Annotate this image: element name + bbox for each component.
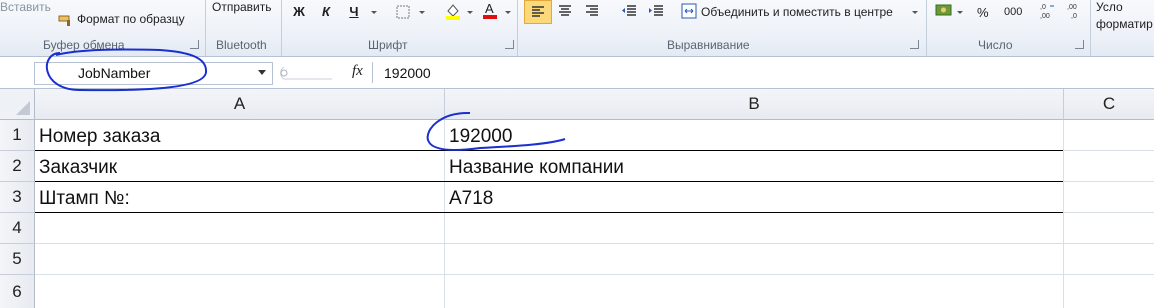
formula-input[interactable] [372,62,1154,83]
borders-dropdown-icon[interactable] [419,11,425,14]
clipboard-launcher[interactable] [190,40,199,49]
row-header-2[interactable]: 2 [0,151,35,182]
name-box-dropdown-icon[interactable] [258,70,266,75]
conditional-formatting-button[interactable]: Усло [1096,0,1123,14]
fill-color-icon[interactable] [444,2,462,25]
svg-text:,0: ,0 [1071,13,1077,20]
row-header-1[interactable]: 1 [0,120,35,151]
formula-value[interactable]: 192000 [384,65,431,81]
currency-format-icon[interactable] [935,2,953,25]
decrease-decimal-icon[interactable]: ,00,0 [1065,1,1085,26]
thousands-separator-button[interactable]: 000 [1004,6,1022,18]
font-color-icon[interactable]: A [481,1,499,26]
merge-dropdown-icon[interactable] [912,11,918,14]
increase-decimal-icon[interactable]: ,0,00 [1038,1,1058,26]
cell-a1[interactable]: Номер заказа [39,126,160,148]
font-launcher[interactable] [505,40,514,49]
format-painter-button[interactable]: Формат по образцу [77,12,185,26]
alignment-launcher[interactable] [910,40,919,49]
svg-text:A: A [485,1,494,16]
ribbon: Вставить Формат по образцу Буфер обмена … [0,0,1154,57]
column-header-b[interactable]: B [445,89,1064,120]
format-painter-icon [58,14,72,26]
cell-a2[interactable]: Заказчик [39,157,117,179]
svg-text:,00: ,00 [1040,13,1050,20]
column-header-c[interactable]: C [1064,89,1154,120]
svg-text:,0: ,0 [1040,4,1046,11]
worksheet-grid: A B C 1 2 3 4 5 6 Номер заказа 192000 За… [0,89,1154,308]
cell-b3[interactable]: А718 [449,188,493,210]
align-left-button[interactable] [524,0,552,24]
row-header-3[interactable]: 3 [0,182,35,213]
row-header-5[interactable]: 5 [0,244,35,275]
italic-button[interactable]: К [318,2,334,22]
cell-b2[interactable]: Название компании [449,157,624,179]
bluetooth-group-label: Bluetooth [216,38,267,52]
formula-bar-expand-handle[interactable] [276,65,334,86]
cell-a3[interactable]: Штамп №: [39,188,130,210]
row-header-4[interactable]: 4 [0,213,35,244]
cell-b1[interactable]: 192000 [449,126,512,148]
number-launcher[interactable] [1075,40,1084,49]
paste-button[interactable]: Вставить [0,0,51,14]
percent-button[interactable]: % [977,5,989,20]
insert-function-button[interactable]: fx [352,63,363,80]
name-box-value[interactable]: JobNamber [78,65,150,81]
font-group-label: Шрифт [368,38,408,52]
align-center-icon[interactable] [556,1,574,24]
currency-dropdown-icon[interactable] [957,11,963,14]
fill-color-dropdown-icon[interactable] [467,11,473,14]
name-box[interactable]: JobNamber [34,62,273,85]
number-group-label: Число [978,38,1013,52]
borders-icon[interactable] [396,5,410,24]
decrease-indent-icon[interactable] [620,1,638,24]
merge-center-button[interactable]: Объединить и поместить в центре [701,5,893,19]
alignment-group-label: Выравнивание [667,38,750,52]
font-color-dropdown-icon[interactable] [505,11,511,14]
row-header-6[interactable]: 6 [0,275,35,308]
svg-text:,00: ,00 [1067,4,1077,11]
clipboard-group-label: Буфер обмена [43,38,125,52]
align-right-icon[interactable] [583,1,601,24]
select-all-corner[interactable] [0,89,35,120]
formula-bar: JobNamber fx 192000 [0,57,1154,89]
underline-dropdown-icon[interactable] [371,11,377,14]
merge-center-icon [681,3,697,24]
column-header-a[interactable]: A [35,89,445,120]
bluetooth-send-button[interactable]: Отправить [212,0,272,14]
underline-button[interactable]: Ч [346,2,362,22]
bold-button[interactable]: Ж [291,2,307,22]
increase-indent-icon[interactable] [647,1,665,24]
conditional-formatting-label: форматир [1096,17,1153,31]
